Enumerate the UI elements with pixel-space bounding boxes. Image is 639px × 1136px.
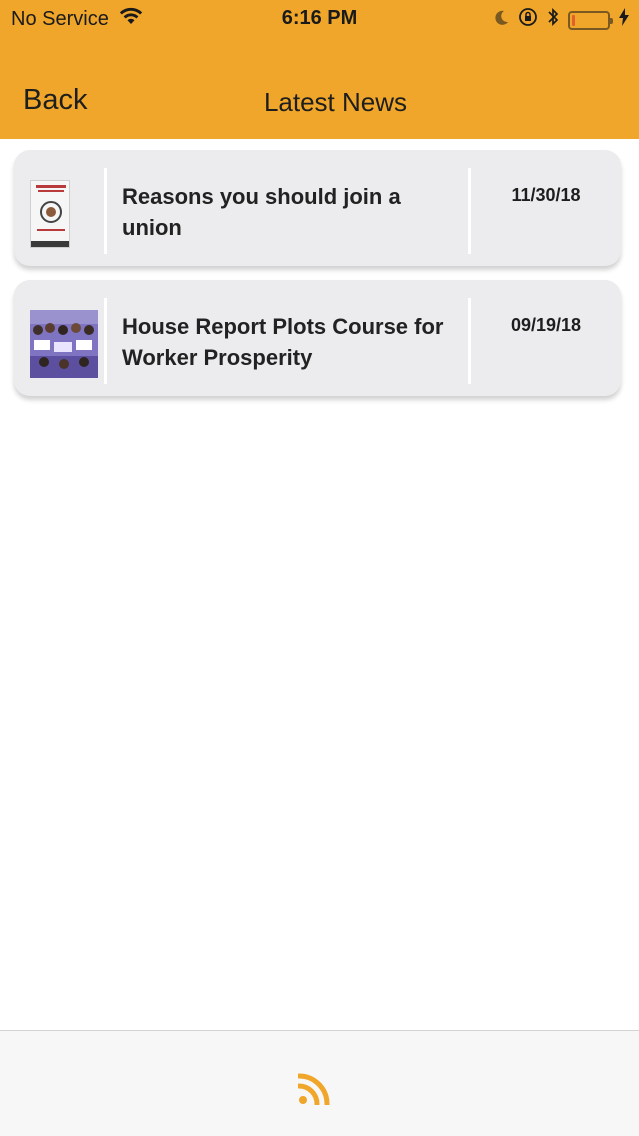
news-title: Reasons you should join a union bbox=[122, 184, 401, 240]
status-right bbox=[495, 7, 629, 33]
card-divider bbox=[468, 168, 471, 254]
news-item[interactable]: Reasons you should join a union 11/30/18 bbox=[14, 150, 621, 266]
status-bar: No Service 6:16 PM bbox=[0, 0, 639, 38]
news-thumbnail bbox=[30, 310, 98, 378]
header: No Service 6:16 PM Back Latest News bbox=[0, 0, 639, 139]
bluetooth-icon bbox=[547, 7, 559, 33]
news-date: 09/19/18 bbox=[510, 315, 582, 335]
battery-level bbox=[572, 14, 575, 26]
card-divider bbox=[104, 298, 107, 384]
news-item[interactable]: House Report Plots Course for Worker Pro… bbox=[14, 280, 621, 396]
news-title: House Report Plots Course for Worker Pro… bbox=[122, 314, 444, 370]
battery-icon bbox=[568, 10, 613, 30]
card-divider bbox=[468, 298, 471, 384]
tab-bar bbox=[0, 1030, 639, 1136]
moon-icon bbox=[495, 9, 509, 32]
orientation-lock-icon bbox=[518, 7, 538, 33]
rss-icon[interactable] bbox=[296, 1073, 330, 1107]
news-date: 11/30/18 bbox=[511, 185, 581, 205]
card-divider bbox=[104, 168, 107, 254]
news-list: Reasons you should join a union 11/30/18 bbox=[14, 150, 621, 410]
charging-icon bbox=[619, 8, 629, 32]
news-thumbnail bbox=[30, 180, 70, 248]
screen: No Service 6:16 PM Back Latest News Reas… bbox=[0, 0, 639, 1136]
page-title: Latest News bbox=[263, 87, 408, 117]
battery-nub bbox=[610, 17, 613, 24]
